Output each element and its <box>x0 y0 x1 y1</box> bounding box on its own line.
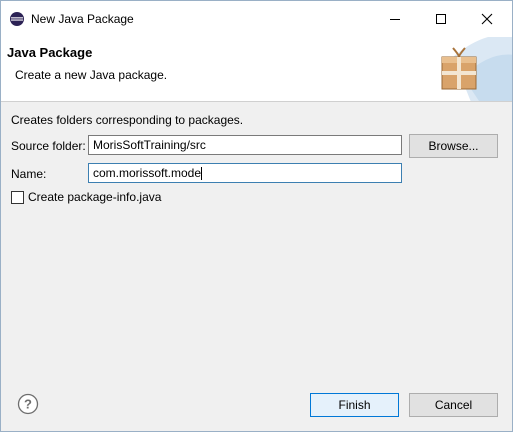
source-folder-field[interactable]: MorisSoftTraining/src <box>88 135 402 155</box>
minimize-icon <box>390 19 400 20</box>
wizard-header: Java Package Create a new Java package. <box>1 37 512 102</box>
create-package-info-checkbox[interactable] <box>11 191 24 204</box>
minimize-button[interactable] <box>372 1 418 37</box>
eclipse-icon <box>9 11 25 27</box>
header-description: Create a new Java package. <box>15 68 168 82</box>
close-button[interactable] <box>464 1 510 37</box>
create-package-info-label[interactable]: Create package-info.java <box>28 190 161 204</box>
name-field[interactable]: com.morissoft.mode <box>88 163 402 183</box>
source-folder-label: Source folder: <box>11 139 86 153</box>
header-title: Java Package <box>7 45 93 60</box>
form-description: Creates folders corresponding to package… <box>11 113 244 127</box>
close-icon <box>481 13 493 25</box>
text-caret <box>201 167 203 181</box>
package-gift-icon <box>441 47 477 90</box>
cancel-button[interactable]: Cancel <box>409 393 498 417</box>
maximize-button[interactable] <box>418 1 464 37</box>
window-title: New Java Package <box>31 12 134 26</box>
svg-text:?: ? <box>24 397 32 412</box>
new-java-package-dialog: New Java Package Java Package Create a n… <box>0 0 513 432</box>
help-button[interactable]: ? <box>17 393 39 415</box>
name-field-value: com.morissoft.mode <box>93 166 202 180</box>
help-icon: ? <box>17 393 39 415</box>
finish-button[interactable]: Finish <box>310 393 399 417</box>
browse-button[interactable]: Browse... <box>409 134 498 158</box>
title-bar: New Java Package <box>1 1 512 37</box>
maximize-icon <box>436 14 446 24</box>
name-label: Name: <box>11 167 47 181</box>
